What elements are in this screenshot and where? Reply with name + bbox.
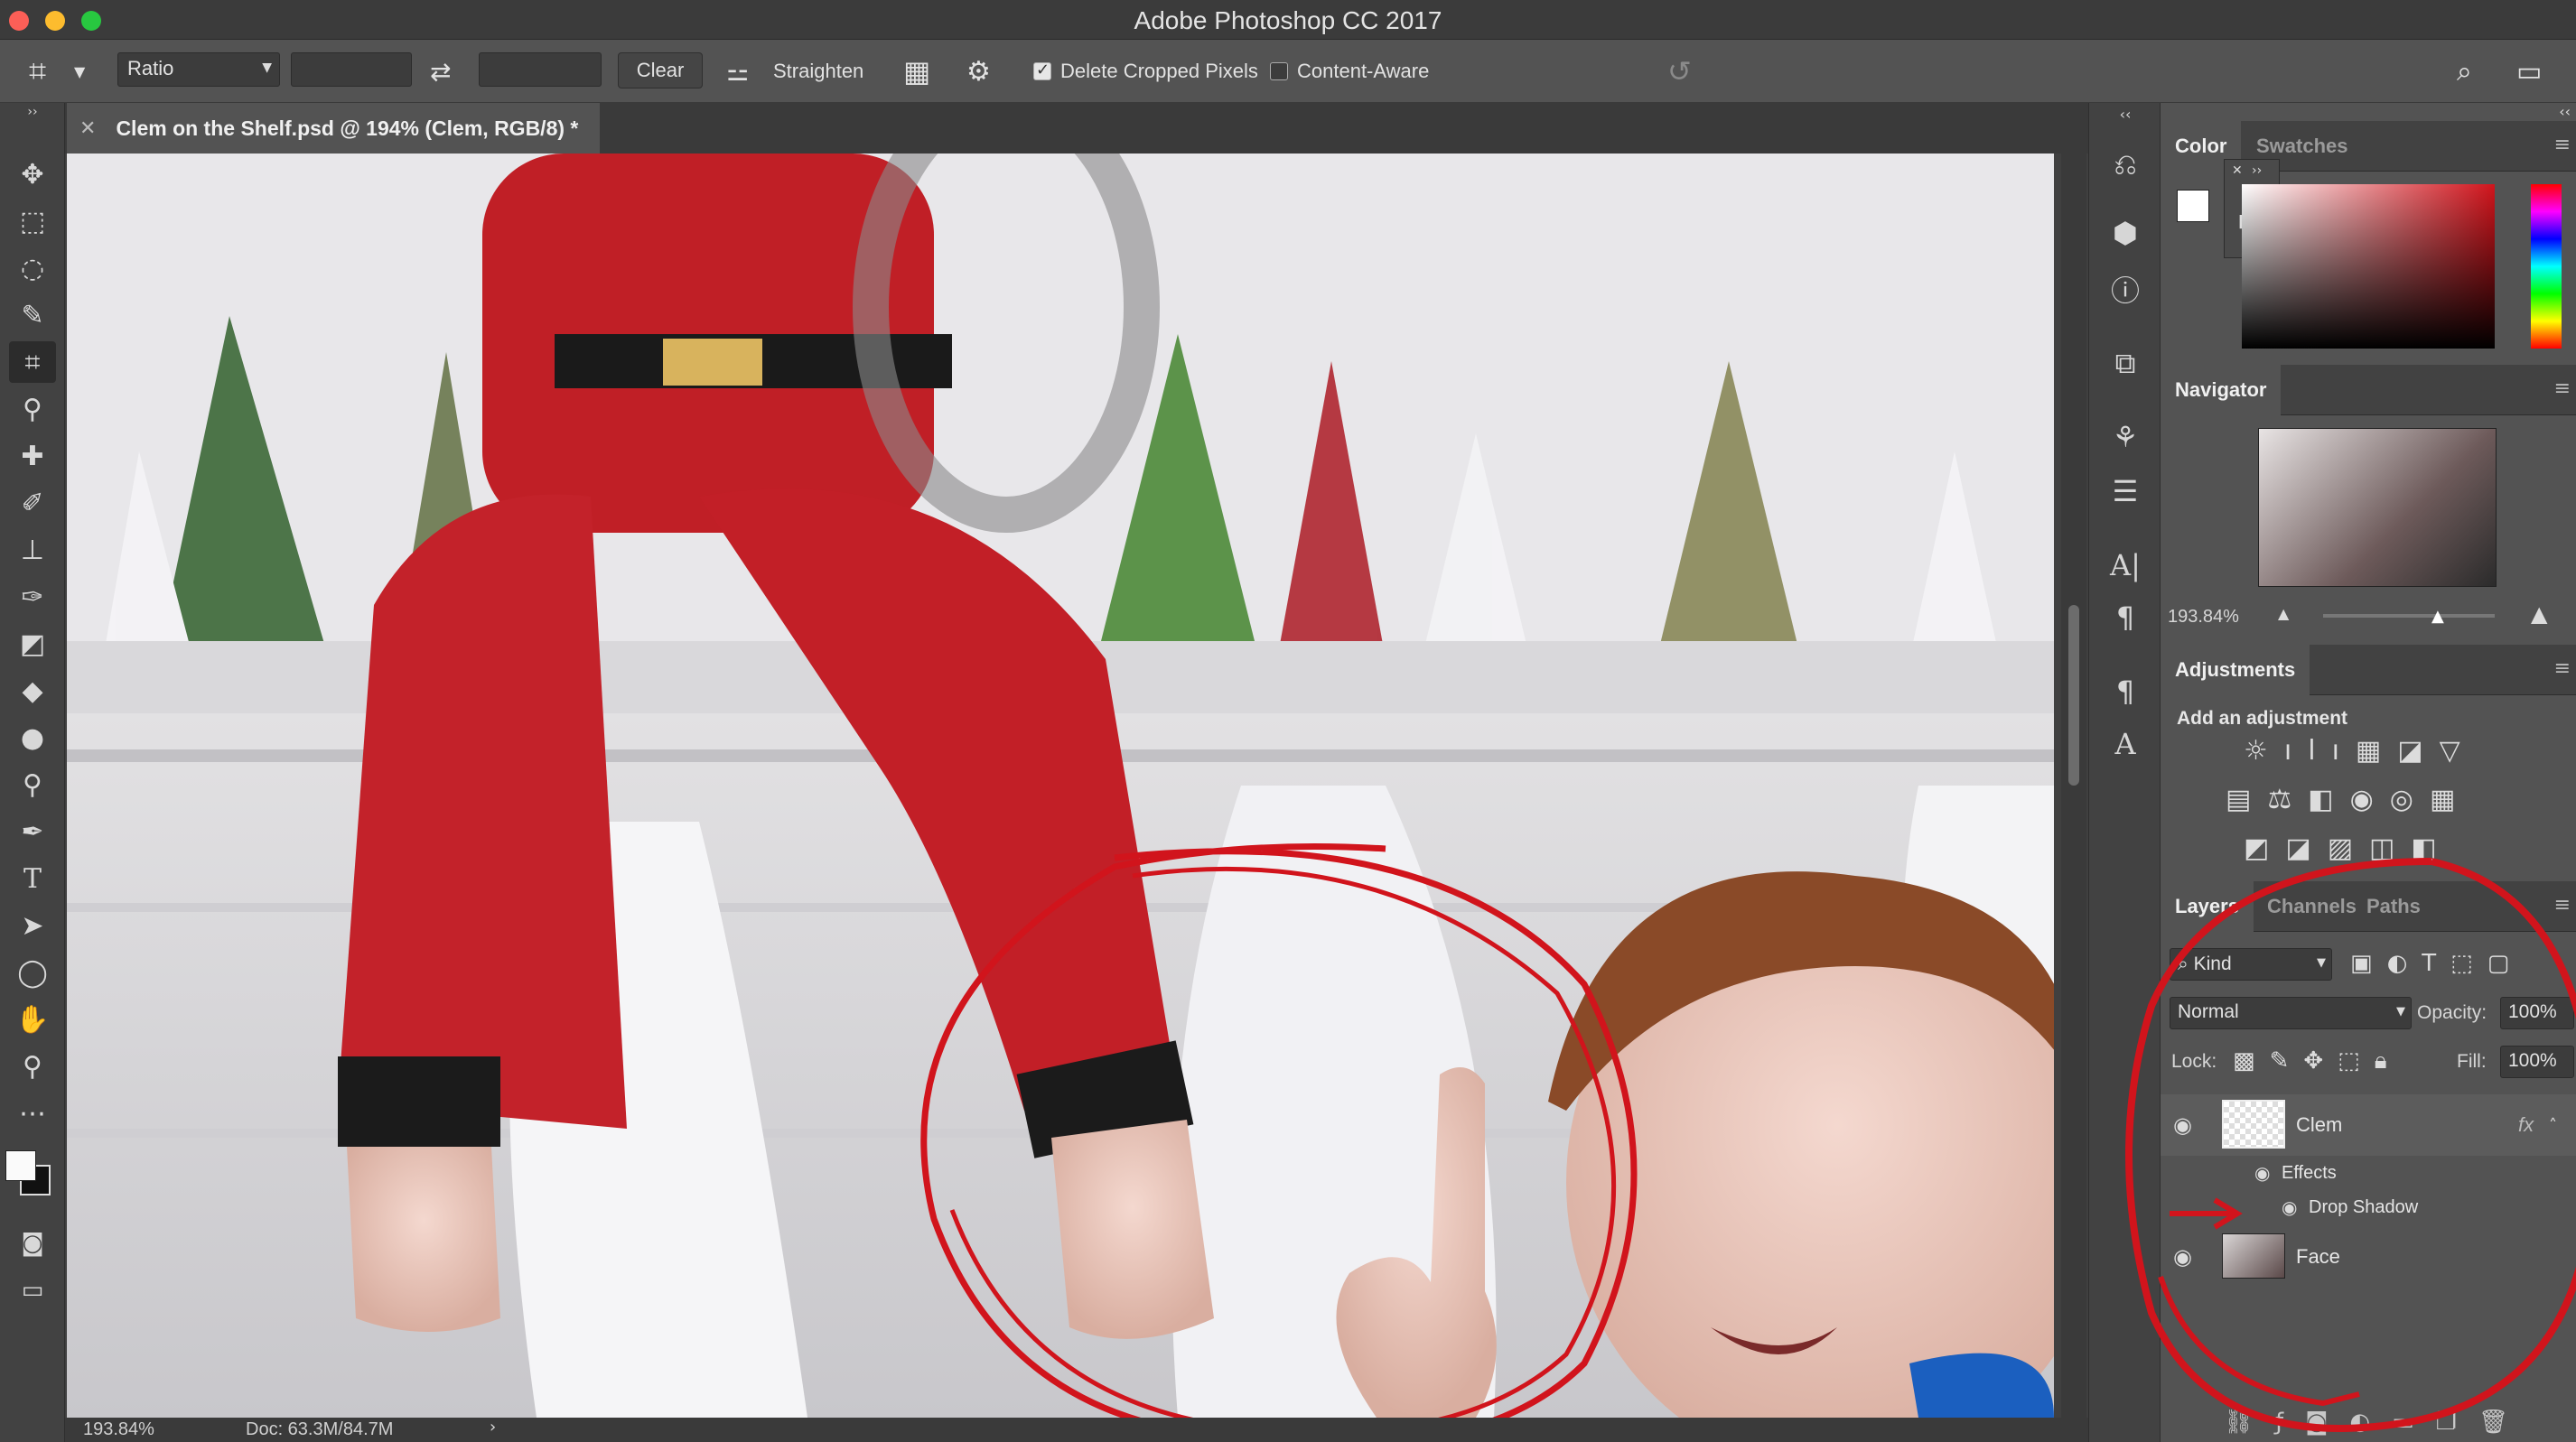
cancel-crop-icon[interactable]: ↺ (1667, 40, 1692, 103)
quick-mask-icon[interactable]: ◙ (9, 1223, 56, 1264)
eraser-tool-icon[interactable]: ◩ (9, 623, 56, 665)
type-tool-icon[interactable]: T (9, 858, 56, 899)
photo-image (67, 154, 2054, 1418)
swap-icon[interactable]: ⇄ (430, 40, 451, 103)
tools-panel: ›› ✥ ⬚ ◌ ✎ ⌗ ⚲ ✚ ✐ ⊥ ✑ ◩ ◆ ● ⚲ ✒ T ➤ ◯ ✋… (0, 103, 65, 1442)
clone-stamp-tool-icon[interactable]: ⊥ (9, 529, 56, 571)
marquee-tool-icon[interactable]: ⬚ (9, 200, 56, 242)
collapse-icon[interactable]: ‹‹ (2102, 103, 2149, 125)
document-tab[interactable]: ✕ Clem on the Shelf.psd @ 194% (Clem, RG… (67, 103, 600, 154)
character-styles-panel-icon[interactable]: A (2102, 722, 2149, 766)
hue-slider[interactable] (2531, 184, 2562, 349)
close-icon[interactable]: ✕ (2232, 163, 2243, 178)
zoom-in-icon[interactable]: ▲ (2531, 601, 2547, 627)
gear-icon[interactable]: ⚙ (966, 40, 991, 103)
workspace-icon[interactable]: ▭ (2516, 40, 2542, 103)
lasso-tool-icon[interactable]: ◌ (9, 247, 56, 289)
options-bar: ⌗ ▼ Ratio ▼ ⇄ Clear ⚍ Straighten ▦ ⚙ Del… (0, 40, 2576, 103)
close-icon[interactable]: ✕ (79, 117, 96, 140)
zoom-level[interactable]: 193.84% (83, 1419, 154, 1440)
paragraph-panel-icon[interactable]: ¶ (2102, 596, 2149, 639)
ratio-select[interactable]: Ratio ▼ (117, 52, 280, 87)
document-tab-bar: ✕ Clem on the Shelf.psd @ 194% (Clem, RG… (65, 103, 2088, 154)
clone-source-panel-icon[interactable]: ⧉ (2102, 341, 2149, 385)
eyedropper-tool-icon[interactable]: ⚲ (9, 388, 56, 430)
tab-navigator[interactable]: Navigator (2161, 365, 2282, 415)
checkbox-checked-icon[interactable] (1033, 60, 1051, 80)
adjustments-subtitle: Add an adjustment (2177, 708, 2348, 729)
content-aware-label: Content-Aware (1297, 60, 1430, 82)
ellipse-tool-icon[interactable]: ◯ (9, 952, 56, 993)
paragraph-styles-panel-icon[interactable]: ¶ (2102, 670, 2149, 713)
ratio-select-label: Ratio (127, 57, 174, 79)
brush-presets-panel-icon[interactable]: ⚘ (2102, 415, 2149, 459)
grid-overlay-icon[interactable]: ▦ (903, 40, 930, 103)
healing-brush-tool-icon[interactable]: ✚ (9, 435, 56, 477)
more-tools-icon[interactable]: ⋯ (9, 1093, 56, 1134)
app-title: Adobe Photoshop CC 2017 (1134, 6, 1442, 34)
crop-tool-preset-icon[interactable]: ⌗ (29, 40, 46, 103)
status-bar: 193.84% Doc: 63.3M/84.7M › (65, 1418, 2088, 1442)
search-icon[interactable]: ⌕ (2457, 40, 2472, 103)
collapse-icon[interactable]: ‹‹ (2559, 103, 2571, 120)
color-picker-field[interactable] (2242, 184, 2495, 349)
delete-cropped-pixels-checkbox[interactable]: Delete Cropped Pixels (1033, 40, 1258, 103)
annotation-circle (2125, 858, 2576, 1432)
title-bar: Adobe Photoshop CC 2017 (0, 0, 2576, 40)
panel-menu-icon[interactable]: ≡ (2554, 377, 2571, 400)
scrollbar-thumb[interactable] (2068, 605, 2079, 786)
expand-icon[interactable]: ›› (2252, 163, 2262, 178)
document-canvas[interactable] (67, 154, 2054, 1418)
history-panel-icon[interactable]: ⎌ (2102, 143, 2149, 186)
expand-icon[interactable]: ›› (9, 103, 56, 121)
ratio-height-input[interactable] (479, 52, 602, 87)
straighten-icon[interactable]: ⚍ (726, 40, 749, 103)
chevron-down-icon: ▼ (262, 60, 272, 75)
adjustment-icons-row-2[interactable]: ▤⚖◧◉◎▦ (2226, 784, 2471, 815)
screen-mode-icon[interactable]: ▭ (9, 1270, 56, 1311)
pen-tool-icon[interactable]: ✒ (9, 811, 56, 852)
quick-selection-tool-icon[interactable]: ✎ (9, 294, 56, 336)
foreground-color-swatch[interactable] (2177, 190, 2209, 222)
move-tool-icon[interactable]: ✥ (9, 154, 56, 195)
navigator-thumbnail[interactable] (2258, 428, 2497, 587)
panel-menu-icon[interactable]: ≡ (2554, 657, 2571, 680)
dodge-tool-icon[interactable]: ⚲ (9, 764, 56, 805)
zoom-out-icon[interactable]: ▲ (2278, 605, 2289, 622)
chevron-down-icon[interactable]: ▼ (74, 40, 85, 103)
properties-panel-icon[interactable]: ☰ (2102, 470, 2149, 513)
adjustments-panel-tabs: Adjustments ≡ (2161, 645, 2576, 695)
document-tab-title: Clem on the Shelf.psd @ 194% (Clem, RGB/… (116, 116, 579, 140)
ratio-width-input[interactable] (291, 52, 412, 87)
crop-tool-icon[interactable]: ⌗ (9, 341, 56, 383)
adjustment-icons-row-1[interactable]: ☼ılı▦◪▽ (2244, 735, 2477, 767)
right-panel-dock: ‹‹ Color Swatches ≡ ✕ ›› ılıl Navigator … (2125, 103, 2576, 1442)
doc-size-info: Doc: 63.3M/84.7M (246, 1419, 394, 1439)
info-panel-icon[interactable]: ⓘ (2102, 267, 2149, 311)
3d-panel-icon[interactable]: ⬢ (2102, 211, 2149, 255)
character-panel-icon[interactable]: A| (2102, 544, 2149, 587)
navigator-zoom[interactable]: 193.84% (2168, 607, 2239, 628)
canvas-area (65, 154, 2088, 1418)
navigator-zoom-slider[interactable] (2323, 614, 2495, 618)
straighten-label[interactable]: Straighten (773, 40, 863, 103)
clear-button[interactable]: Clear (618, 52, 703, 88)
delete-cropped-pixels-label: Delete Cropped Pixels (1060, 60, 1258, 82)
blur-tool-icon[interactable]: ● (9, 717, 56, 758)
panel-menu-icon[interactable]: ≡ (2554, 134, 2571, 156)
zoom-tool-icon[interactable]: ⚲ (9, 1046, 56, 1087)
content-aware-checkbox[interactable]: Content-Aware (1270, 40, 1429, 103)
hand-tool-icon[interactable]: ✋ (9, 999, 56, 1040)
chevron-right-icon[interactable]: › (490, 1418, 496, 1437)
history-brush-tool-icon[interactable]: ✑ (9, 576, 56, 618)
navigator-panel-tabs: Navigator ≡ (2161, 365, 2576, 415)
tab-adjustments[interactable]: Adjustments (2161, 645, 2310, 695)
foreground-color-swatch-front[interactable] (5, 1150, 36, 1181)
brush-tool-icon[interactable]: ✐ (9, 482, 56, 524)
checkbox-unchecked-icon[interactable] (1270, 62, 1288, 80)
path-selection-tool-icon[interactable]: ➤ (9, 905, 56, 946)
color-panel-tabs: Color Swatches ≡ (2161, 121, 2576, 172)
paint-bucket-tool-icon[interactable]: ◆ (9, 670, 56, 712)
slider-handle-icon[interactable]: ▲ (2431, 607, 2444, 626)
